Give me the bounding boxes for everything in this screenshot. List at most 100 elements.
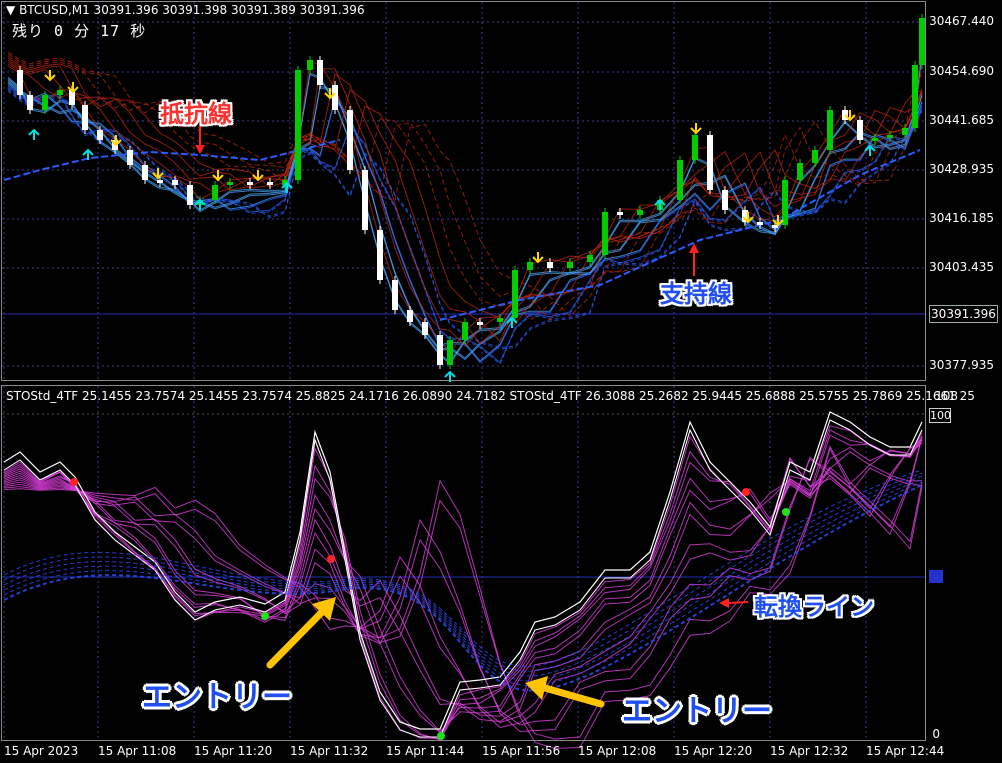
time-axis-label: 15 Apr 11:32 (290, 744, 369, 758)
candle-body (437, 335, 443, 365)
candle-body (512, 270, 518, 318)
annotation-support: 支持線 (660, 280, 732, 308)
chart-canvas (1, 1, 926, 750)
candle-body (797, 163, 803, 180)
candle-body (857, 120, 863, 140)
candle-body (247, 182, 253, 185)
time-axis-label: 15 Apr 11:44 (386, 744, 465, 758)
candle-body (127, 150, 133, 165)
candle-body (912, 65, 918, 128)
candle-body (332, 85, 338, 110)
time-axis-label: 15 Apr 11:08 (98, 744, 177, 758)
candle-body (722, 190, 728, 210)
annotation-conversion-line: 転換ライン (754, 593, 874, 621)
candle-body (212, 185, 218, 200)
dropdown-triangle-icon[interactable]: ▼ (6, 3, 15, 17)
price-axis-label: 30467.440 (929, 14, 994, 28)
time-axis-label: 15 Apr 12:08 (578, 744, 657, 758)
candle-body (677, 160, 683, 200)
entry-right-arrow (541, 684, 605, 708)
buy-dot (437, 732, 445, 740)
candle-body (82, 105, 88, 130)
candle-body (547, 262, 553, 268)
candle-body (172, 180, 178, 185)
time-axis-label: 15 Apr 12:32 (770, 744, 849, 758)
candle-body (637, 210, 643, 215)
candle-body (267, 182, 273, 185)
sell-dot (742, 488, 750, 496)
candle-body (57, 90, 63, 95)
time-axis-label: 15 Apr 12:44 (866, 744, 945, 758)
candle-body (497, 318, 503, 322)
buy-arrow-icon (28, 128, 40, 140)
price-axis-label: 30454.690 (929, 64, 994, 78)
buy-dot (261, 612, 269, 620)
candle-body (227, 182, 233, 185)
signal-arrows (28, 70, 876, 382)
indicator-pane-frame (1, 385, 926, 741)
candle-body (887, 135, 893, 138)
sell-dot (327, 555, 335, 563)
candle-body (782, 180, 788, 225)
candle-body (17, 70, 23, 95)
candle-body (377, 230, 383, 280)
candle-body (462, 322, 468, 340)
candle-body (295, 70, 301, 180)
candle-body (307, 60, 313, 70)
sell-arrow-icon (532, 252, 544, 264)
candle-body (347, 110, 353, 170)
candle-body (902, 128, 908, 135)
candle-body (392, 280, 398, 310)
candle-body (407, 310, 413, 322)
current-price-label: 30391.396 (929, 305, 998, 323)
price-axis-label: 30441.685 (929, 113, 994, 127)
candle-body (567, 262, 573, 268)
candle-body (827, 110, 833, 150)
candle-body (422, 322, 428, 335)
candle-body (617, 212, 623, 215)
candle-body (872, 138, 878, 141)
symbol-header: ▼ BTCUSD,M1 30391.396 30391.398 30391.38… (6, 3, 365, 17)
candle-body (602, 212, 608, 255)
candle-body (587, 255, 593, 262)
time-axis-label: 15 Apr 11:20 (194, 744, 273, 758)
annotation-entry-right: エントリー (622, 694, 772, 729)
candle-body (757, 222, 763, 225)
price-axis-label: 30403.435 (929, 260, 994, 274)
candle-body (707, 135, 713, 190)
candle-body (527, 262, 533, 270)
indicator-axis-top: 108 (935, 389, 958, 403)
sell-dot (70, 478, 78, 486)
candle-body (317, 60, 323, 85)
time-axis-label: 15 Apr 11:56 (482, 744, 561, 758)
indicator-axis-zero: 0 (932, 727, 940, 741)
candle-body (692, 135, 698, 160)
annotation-resistance: 抵抗線 (160, 100, 232, 128)
candle-body (447, 340, 453, 365)
candle-body (362, 170, 368, 230)
candle-body (919, 18, 925, 65)
conversion-arrow (727, 601, 749, 604)
price-axis-label: 30377.935 (929, 358, 994, 372)
candle-body (187, 185, 193, 205)
bar-countdown: 残り 0 分 17 秒 (12, 22, 147, 40)
price-axis-label: 30416.185 (929, 211, 994, 225)
candle-body (477, 322, 483, 325)
candle-body (97, 130, 103, 140)
conversion-arrow-head (719, 598, 729, 608)
indicator-mid-marker (929, 570, 943, 583)
sell-arrow-icon (690, 123, 702, 135)
time-axis-label: 15 Apr 12:20 (674, 744, 753, 758)
indicator-axis-100: 100 (929, 408, 951, 423)
annotation-entry-left: エントリー (142, 680, 292, 715)
price-axis-label: 30428.935 (929, 162, 994, 176)
time-axis-label: 15 Apr 2023 (4, 744, 79, 758)
candle-body (42, 95, 48, 110)
resistance-arrow-head (195, 145, 205, 154)
indicator-header: STOStd_4TF 25.1455 23.7574 25.1455 23.75… (6, 389, 975, 403)
grid (2, 2, 925, 740)
buy-dot (782, 508, 790, 516)
candle-body (812, 150, 818, 163)
candle-body (27, 95, 33, 110)
candle-body (142, 165, 148, 180)
